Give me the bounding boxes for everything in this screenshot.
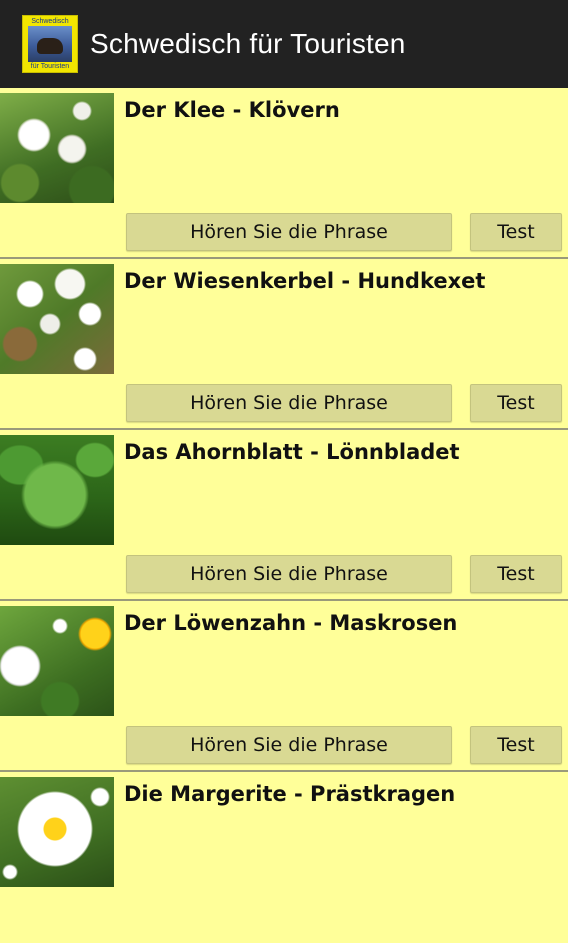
- app-logo-icon[interactable]: Schwedisch für Touristen: [22, 15, 78, 73]
- list-item: Der Wiesenkerbel - Hundkexet Hören Sie d…: [0, 259, 568, 430]
- clover-photo: [0, 93, 114, 203]
- app-logo-text-bottom: für Touristen: [30, 63, 70, 70]
- app-logo-text-top: Schwedisch: [31, 18, 69, 25]
- hear-phrase-button[interactable]: Hören Sie die Phrase: [126, 384, 452, 422]
- phrase-text: Der Wiesenkerbel - Hundkexet: [124, 269, 486, 293]
- hear-phrase-button[interactable]: Hören Sie die Phrase: [126, 555, 452, 593]
- test-button[interactable]: Test: [470, 555, 562, 593]
- list-item: Die Margerite - Prästkragen: [0, 772, 568, 943]
- test-button[interactable]: Test: [470, 213, 562, 251]
- hear-phrase-button[interactable]: Hören Sie die Phrase: [126, 213, 452, 251]
- phrase-text: Das Ahornblatt - Lönnbladet: [124, 440, 460, 464]
- list-item: Der Löwenzahn - Maskrosen Hören Sie die …: [0, 601, 568, 772]
- app-bar: Schwedisch für Touristen Schwedisch für …: [0, 0, 568, 90]
- list-item: Der Klee - Klövern Hören Sie die Phrase …: [0, 88, 568, 259]
- cow-parsley-photo: [0, 264, 114, 374]
- phrase-text: Die Margerite - Prästkragen: [124, 782, 456, 806]
- phrase-text: Der Löwenzahn - Maskrosen: [124, 611, 458, 635]
- list-item: Das Ahornblatt - Lönnbladet Hören Sie di…: [0, 430, 568, 601]
- test-button[interactable]: Test: [470, 726, 562, 764]
- phrase-text: Der Klee - Klövern: [124, 98, 340, 122]
- app-title: Schwedisch für Touristen: [90, 28, 406, 59]
- oxeye-daisy-photo: [0, 777, 114, 887]
- hear-phrase-button[interactable]: Hören Sie die Phrase: [126, 726, 452, 764]
- test-button[interactable]: Test: [470, 384, 562, 422]
- maple-leaf-photo: [0, 435, 114, 545]
- phrase-list[interactable]: Der Klee - Klövern Hören Sie die Phrase …: [0, 88, 568, 943]
- moose-picture: [28, 26, 72, 62]
- dandelion-photo: [0, 606, 114, 716]
